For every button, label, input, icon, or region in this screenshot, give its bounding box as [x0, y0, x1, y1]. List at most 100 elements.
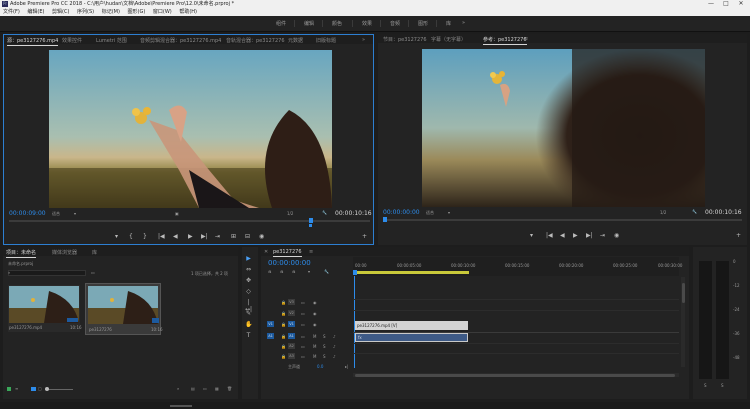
step-forward-icon[interactable]: ▶| — [586, 232, 593, 239]
project-search-input[interactable] — [8, 270, 86, 276]
panel-menu-icon[interactable]: ≡ — [524, 36, 528, 42]
work-area-bar[interactable] — [353, 271, 469, 274]
track-lock-icon[interactable]: 🔒 — [281, 354, 286, 359]
chevron-down-icon[interactable]: ▾ — [74, 211, 76, 216]
sync-lock-icon[interactable]: ▭ — [301, 354, 305, 359]
audio-clip-a1[interactable]: fx — [355, 333, 468, 342]
source-playhead-timecode[interactable]: 00:00:09:00 — [9, 210, 46, 217]
time-ruler[interactable]: 00:00 00:00:05:00 00:00:10:00 00:00:15:0… — [353, 257, 682, 276]
workspace-more-button[interactable]: » — [462, 20, 465, 26]
solo-left-button[interactable]: S — [704, 383, 707, 388]
track-label-a3[interactable]: A3 — [288, 353, 295, 359]
track-label-a1[interactable]: A1 — [288, 333, 295, 339]
source-fit-dropdown[interactable]: 适合 — [52, 211, 60, 217]
source-resolution-dropdown[interactable]: 1/2 — [287, 211, 293, 216]
video-clip-v1[interactable]: pe3127276.mp4 [V] — [355, 321, 468, 330]
mark-in-icon[interactable]: { — [129, 233, 133, 240]
button-editor-plus-icon[interactable]: + — [736, 232, 741, 239]
menu-file[interactable]: 文件(F) — [3, 9, 20, 15]
tab-source[interactable]: 源：pe3127276.mp4 — [7, 37, 59, 46]
chevron-down-icon[interactable]: ▾ — [448, 210, 450, 215]
menu-window[interactable]: 窗口(W) — [153, 9, 172, 15]
sync-lock-icon[interactable]: ▭ — [301, 334, 305, 339]
tab-media-browser[interactable]: 媒体浏览器 — [52, 249, 77, 256]
menu-help[interactable]: 帮助(H) — [179, 9, 197, 15]
go-to-end-icon[interactable]: ▸| — [345, 364, 348, 369]
razor-tool-icon[interactable]: ◇ — [245, 288, 252, 295]
track-lock-icon[interactable]: 🔒 — [281, 344, 286, 349]
program-playhead[interactable] — [383, 217, 387, 222]
menu-sequence[interactable]: 序列(S) — [77, 9, 94, 15]
tab-audio-track-mixer[interactable]: 音轨混合器：pe3127276 — [226, 37, 285, 44]
master-volume-value[interactable]: 0.0 — [317, 364, 323, 369]
add-marker-icon[interactable]: ▾ — [530, 232, 533, 239]
eye-icon[interactable]: ◉ — [313, 322, 317, 327]
sync-lock-icon[interactable]: ▭ — [301, 322, 305, 327]
solo-icon[interactable]: S — [323, 354, 326, 359]
selection-tool-icon[interactable]: ▶ — [245, 255, 252, 262]
track-label-a2[interactable]: A2 — [288, 343, 295, 349]
automate-to-sequence-icon[interactable]: ▤ — [191, 386, 195, 391]
trash-icon[interactable]: 🗑 — [227, 386, 232, 391]
track-select-tool-icon[interactable]: ⇔ — [245, 266, 252, 273]
add-marker-icon[interactable]: ▾ — [115, 233, 118, 240]
mute-icon[interactable]: M — [313, 334, 316, 339]
tab-libraries[interactable]: 库 — [92, 249, 97, 256]
tab-captions[interactable]: 字幕（无字幕） — [431, 36, 466, 43]
source-time-ruler[interactable] — [9, 220, 370, 222]
mute-icon[interactable]: M — [313, 354, 316, 359]
track-label-v3[interactable]: V3 — [288, 299, 295, 305]
sync-lock-icon[interactable]: ▭ — [301, 300, 305, 305]
slip-tool-icon[interactable]: |↔| — [245, 299, 252, 313]
source-patch-a1[interactable]: A1 — [267, 333, 274, 339]
track-lock-icon[interactable]: 🔒 — [281, 322, 286, 327]
play-icon[interactable]: ▶ — [573, 232, 578, 239]
new-item-icon[interactable]: ▦ — [215, 386, 219, 391]
list-view-icon[interactable]: ≡ — [15, 386, 18, 391]
solo-icon[interactable]: S — [323, 344, 326, 349]
sync-lock-icon[interactable]: ▭ — [301, 344, 305, 349]
eye-icon[interactable]: ◉ — [313, 311, 317, 316]
workspace-audio[interactable]: 音频 — [390, 20, 400, 27]
new-bin-icon[interactable]: ▭ — [91, 270, 95, 275]
solo-right-button[interactable]: S — [721, 383, 724, 388]
lock-icon[interactable] — [7, 387, 11, 391]
tab-metadata[interactable]: 元数据 — [288, 37, 303, 44]
tabs-more-button[interactable]: » — [362, 37, 365, 43]
program-time-ruler[interactable] — [383, 219, 742, 221]
go-to-in-icon[interactable]: |◀ — [158, 233, 165, 240]
program-fit-dropdown[interactable]: 适合 — [426, 210, 434, 216]
search-icon[interactable]: ⌕ — [177, 386, 179, 391]
overwrite-icon[interactable]: ⊟ — [245, 233, 250, 240]
microphone-icon[interactable]: ♪ — [333, 354, 336, 359]
pen-tool-icon[interactable]: ✎ — [245, 310, 252, 317]
minimize-button[interactable]: — — [704, 0, 718, 8]
hand-tool-icon[interactable]: ✋ — [245, 321, 252, 328]
settings-wrench-icon[interactable]: 🔧 — [692, 209, 697, 214]
menu-clip[interactable]: 剪辑(C) — [52, 9, 69, 15]
type-tool-icon[interactable]: T — [245, 332, 252, 339]
track-lock-icon[interactable]: 🔒 — [281, 334, 286, 339]
icon-view-icon[interactable] — [31, 387, 36, 391]
snap-icon[interactable]: ⋒ — [268, 269, 271, 274]
panel-resize-handle[interactable] — [170, 405, 192, 407]
horizontal-scroll-thumb[interactable] — [355, 374, 675, 377]
eye-icon[interactable]: ◉ — [313, 300, 317, 305]
insert-icon[interactable]: ⊞ — [231, 233, 236, 240]
settings-wrench-icon[interactable]: 🔧 — [324, 269, 329, 274]
tab-reference[interactable]: 参考：pe3127276 — [483, 36, 527, 45]
go-to-in-icon[interactable]: |◀ — [546, 232, 553, 239]
linked-selection-icon[interactable]: ⋒ — [280, 269, 283, 274]
workspace-libraries[interactable]: 库 — [446, 20, 451, 27]
panel-menu-icon[interactable]: ≡ — [309, 249, 313, 255]
export-frame-icon[interactable]: ◉ — [259, 233, 264, 240]
add-marker-icon[interactable]: ▾ — [308, 269, 310, 274]
zoom-slider-handle[interactable] — [45, 387, 49, 391]
step-forward-icon[interactable]: ▶| — [201, 233, 208, 240]
close-icon[interactable]: ✕ — [264, 249, 268, 255]
workspace-graphics[interactable]: 图形 — [418, 20, 428, 27]
go-to-out-icon[interactable]: ⇥ — [600, 232, 605, 239]
tab-lumetri-scopes[interactable]: Lumetri 范围 — [96, 37, 127, 44]
export-frame-icon[interactable]: ◉ — [614, 232, 619, 239]
sync-lock-icon[interactable]: ▭ — [301, 311, 305, 316]
